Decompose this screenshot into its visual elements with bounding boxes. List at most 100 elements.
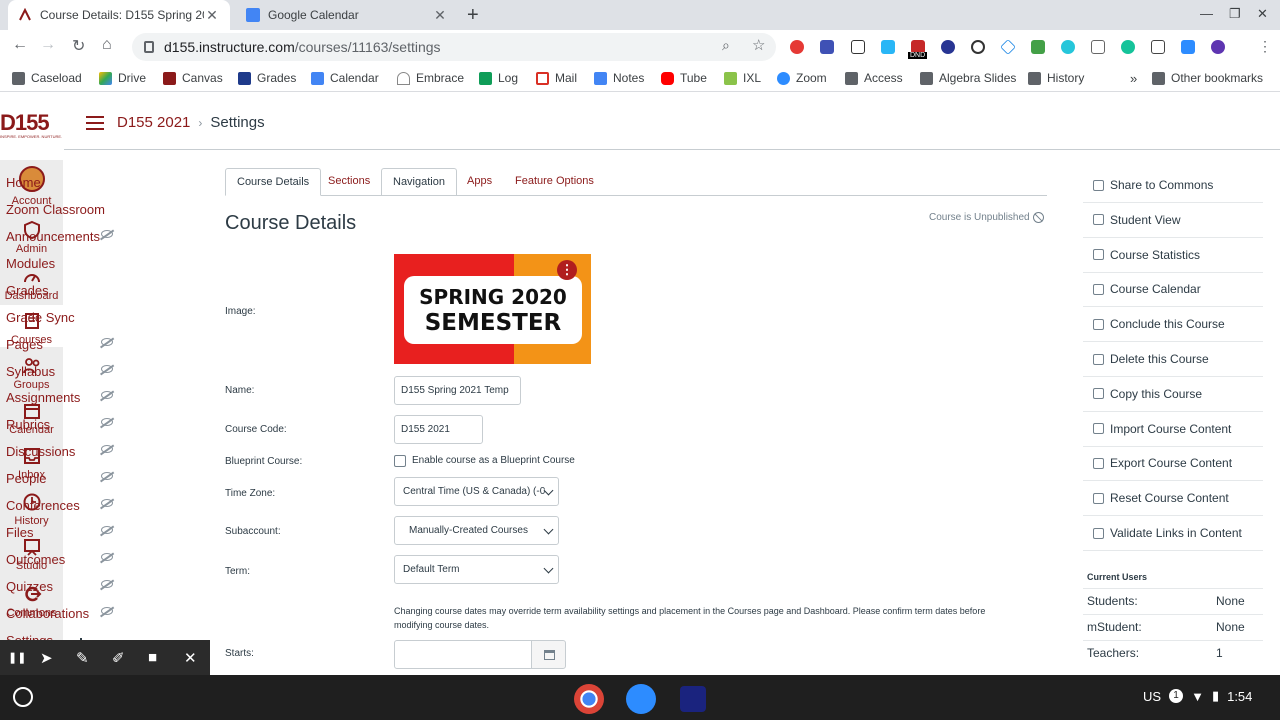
extension-icon[interactable] <box>1061 40 1075 54</box>
bookmark-access[interactable]: Access <box>845 71 903 85</box>
image-options-icon[interactable]: ⋮ <box>557 260 577 280</box>
bookmark-history[interactable]: History <box>1028 71 1084 85</box>
extension-icon[interactable] <box>1000 39 1016 55</box>
extension-icon[interactable] <box>851 40 865 54</box>
system-tray[interactable]: US 1 ▼ ▮ 1:54 <box>1143 688 1252 704</box>
start-date-input[interactable] <box>394 640 532 669</box>
highlighter-icon[interactable]: ✐ <box>112 649 125 667</box>
course-code-input[interactable]: D155 2021 <box>394 415 483 444</box>
sidebar-action-delete-this-course[interactable]: Delete this Course <box>1083 342 1263 377</box>
bookmark-other-bookmarks[interactable]: Other bookmarks <box>1152 71 1263 85</box>
bookmark-ixl[interactable]: IXL <box>724 71 761 85</box>
course-image[interactable]: SPRING 2020 SEMESTER ⋮ <box>394 254 591 364</box>
screencast-app-icon[interactable] <box>680 686 706 712</box>
course-nav-item-rubrics[interactable]: Rubrics <box>6 417 126 432</box>
sidebar-action-share-to-commons[interactable]: Share to Commons <box>1083 168 1263 203</box>
extension-icon[interactable] <box>1031 40 1045 54</box>
chrome-icon[interactable] <box>574 684 604 714</box>
sidebar-action-conclude-this-course[interactable]: Conclude this Course <box>1083 307 1263 343</box>
close-icon[interactable]: ✕ <box>184 649 197 667</box>
extension-icon[interactable] <box>1211 40 1225 54</box>
course-nav-item-discussions[interactable]: Discussions <box>6 444 126 459</box>
term-select[interactable]: Default Term <box>394 555 559 584</box>
tab-course-details[interactable]: Course Details <box>225 168 322 196</box>
course-nav-item-syllabus[interactable]: Syllabus <box>6 364 126 379</box>
course-nav-item-pages[interactable]: Pages <box>6 337 126 352</box>
sidebar-action-course-calendar[interactable]: Course Calendar <box>1083 272 1263 308</box>
zoom-extension-icon[interactable] <box>1181 40 1195 54</box>
tab-feature-options[interactable]: Feature Options <box>504 168 605 196</box>
extension-icon[interactable] <box>1091 40 1105 54</box>
blueprint-checkbox[interactable] <box>394 455 406 467</box>
course-name-input[interactable]: D155 Spring 2021 Temp <box>394 376 521 405</box>
course-nav-item-people[interactable]: People <box>6 471 126 486</box>
window-close-button[interactable]: ✕ <box>1257 6 1268 22</box>
bookmark-algebra-slides[interactable]: Algebra Slides <box>920 71 1016 85</box>
sidebar-action-import-course-content[interactable]: Import Course Content <box>1083 412 1263 447</box>
extension-icon[interactable] <box>820 40 834 54</box>
extension-icon[interactable] <box>1151 40 1165 54</box>
browser-menu-icon[interactable]: ⋮ <box>1258 38 1272 55</box>
address-bar[interactable]: d155.instructure.com/courses/11163/setti… <box>132 33 776 61</box>
bookmark-calendar[interactable]: Calendar <box>311 71 379 85</box>
subaccount-select[interactable]: Manually-Created Courses <box>394 516 559 545</box>
course-nav-item-outcomes[interactable]: Outcomes <box>6 552 126 567</box>
course-nav-item-conferences[interactable]: Conferences <box>6 498 126 513</box>
bookmark-canvas[interactable]: Canvas <box>163 71 223 85</box>
bookmark-log[interactable]: Log <box>479 71 518 85</box>
launcher-icon[interactable] <box>13 687 33 707</box>
camera-icon[interactable]: ■ <box>148 649 157 666</box>
pointer-icon[interactable]: ➤ <box>40 649 53 667</box>
sidebar-action-course-statistics[interactable]: Course Statistics <box>1083 238 1263 273</box>
tab-close-icon[interactable]: ✕ <box>432 7 448 24</box>
d155-logo[interactable]: D155 INSPIRE. EMPOWER. NURTURE. <box>0 112 64 142</box>
sidebar-action-validate-links-in-content[interactable]: Validate Links in Content <box>1083 516 1263 551</box>
course-nav-item-zoom-classroom[interactable]: Zoom Classroom <box>6 202 126 217</box>
browser-tab-google-calendar[interactable]: Google Calendar ✕ <box>236 0 458 30</box>
course-nav-item-grade-sync[interactable]: Grade Sync <box>6 310 126 325</box>
sidebar-action-export-course-content[interactable]: Export Course Content <box>1083 446 1263 482</box>
browser-tab-canvas[interactable]: Course Details: D155 Spring 202 ✕ <box>8 0 230 30</box>
tab-apps[interactable]: Apps <box>456 168 503 196</box>
bookmark-embrace[interactable]: Embrace <box>397 71 464 85</box>
extension-icon[interactable] <box>881 40 895 54</box>
home-icon[interactable]: ⌂ <box>102 36 112 54</box>
grammarly-icon[interactable] <box>1121 40 1135 54</box>
minimize-button[interactable]: — <box>1200 6 1213 21</box>
bookmark-tube[interactable]: Tube <box>661 71 707 85</box>
extension-icon[interactable] <box>941 40 955 54</box>
hamburger-menu-icon[interactable] <box>86 116 104 130</box>
date-picker-button[interactable] <box>531 640 566 669</box>
forward-icon[interactable]: → <box>40 36 56 54</box>
bookmark-notes[interactable]: Notes <box>594 71 644 85</box>
extension-icon[interactable] <box>790 40 804 54</box>
restore-button[interactable]: ❐ <box>1229 6 1241 22</box>
course-nav-item-quizzes[interactable]: Quizzes <box>6 579 126 594</box>
zoom-search-icon[interactable]: ⌕ <box>722 37 730 54</box>
back-icon[interactable]: ← <box>12 36 28 54</box>
bookmark-grades[interactable]: Grades <box>238 71 296 85</box>
sidebar-action-student-view[interactable]: Student View <box>1083 203 1263 238</box>
tab-navigation[interactable]: Navigation <box>381 168 457 196</box>
tab-sections[interactable]: Sections <box>317 168 381 196</box>
course-nav-item-grades[interactable]: Grades <box>6 283 126 298</box>
course-nav-item-announcements[interactable]: Announcements <box>6 229 126 244</box>
bookmark-zoom[interactable]: Zoom <box>777 71 827 85</box>
new-tab-button[interactable]: + <box>467 4 479 27</box>
bookmarks-overflow-button[interactable]: » <box>1130 71 1137 86</box>
breadcrumb-course-link[interactable]: D155 2021 <box>117 114 190 131</box>
course-nav-item-collaborations[interactable]: Collaborations <box>6 606 126 621</box>
bookmark-star-icon[interactable]: ☆ <box>752 36 765 54</box>
bookmark-caseload[interactable]: Caseload <box>12 71 82 85</box>
reload-icon[interactable]: ↻ <box>72 36 85 56</box>
extension-icon[interactable] <box>971 40 985 54</box>
blueprint-checkbox-label[interactable]: Enable course as a Blueprint Course <box>412 455 575 466</box>
tab-close-icon[interactable]: ✕ <box>204 7 220 24</box>
zoom-app-icon[interactable] <box>626 684 656 714</box>
pause-icon[interactable]: ❚❚ <box>8 651 26 664</box>
bookmark-mail[interactable]: Mail <box>536 71 577 85</box>
course-nav-item-modules[interactable]: Modules <box>6 256 126 271</box>
pen-icon[interactable]: ✎ <box>76 649 89 667</box>
course-nav-item-home[interactable]: Home <box>6 175 126 190</box>
course-nav-item-assignments[interactable]: Assignments <box>6 390 126 405</box>
